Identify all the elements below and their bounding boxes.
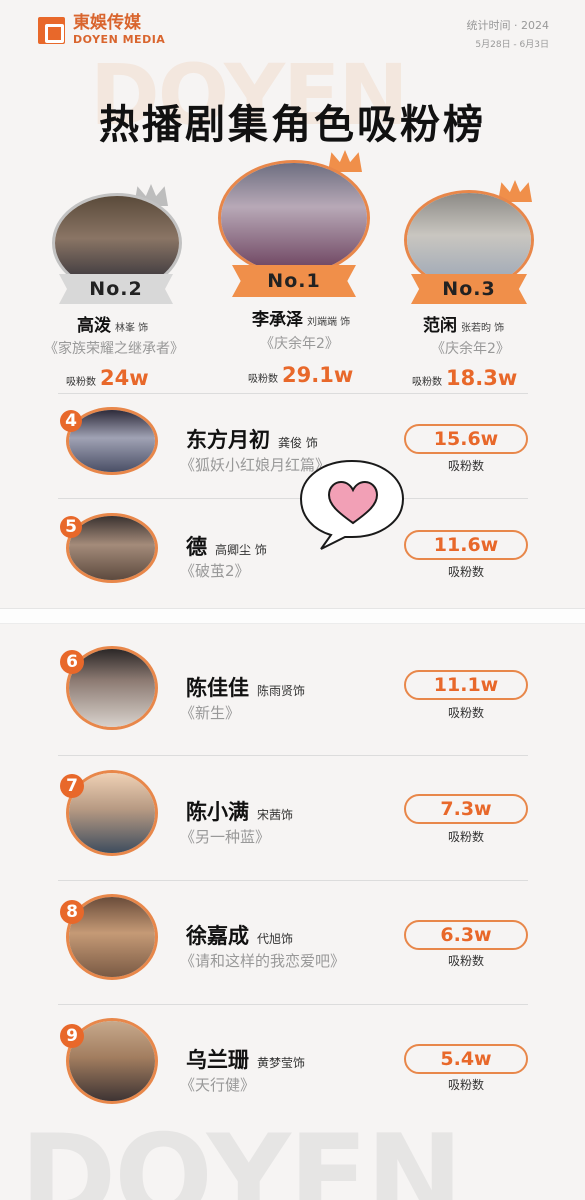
rank-badge: 4 — [60, 410, 82, 432]
watermark-bottom: DOYEN — [20, 1110, 463, 1200]
rank-ribbon: No.2 — [59, 274, 173, 304]
role-label: 东方月初 — [186, 428, 270, 452]
list-item[interactable]: 5 德高卿尘 饰 《破茧2》 11.6w 吸粉数 — [58, 508, 528, 598]
fans-label: 吸粉数 — [447, 706, 484, 720]
show-title: 《家族荣耀之继承者》 — [44, 341, 184, 357]
role-name: 陈佳佳 陈雨贤饰 — [186, 672, 305, 702]
fans-value: 11.6w — [404, 530, 528, 560]
divider — [58, 498, 528, 499]
actor-label: 刘端端 饰 — [307, 317, 351, 328]
role-label: 陈小满 — [186, 800, 249, 824]
role-label: 徐嘉成 — [186, 924, 249, 948]
fans-label: 吸粉数 — [447, 1078, 484, 1092]
fans-value: 6.3w — [404, 920, 528, 950]
show-title: 《天行健》 — [180, 1076, 256, 1094]
role-name: 德高卿尘 饰 — [186, 531, 267, 561]
fans-value: 18.3w — [446, 366, 518, 390]
rank-badge: 6 — [60, 650, 84, 674]
rank-badge: 5 — [60, 516, 82, 538]
fans-value: 7.3w — [404, 794, 528, 824]
actor-label: 林峯 饰 — [115, 323, 149, 334]
list-item[interactable]: 7 陈小满 宋茜饰 《另一种蓝》 7.3w 吸粉数 — [58, 764, 528, 874]
role-label: 李承泽 — [252, 310, 303, 330]
show-title: 《新生》 — [180, 704, 241, 722]
show-title: 《另一种蓝》 — [180, 828, 271, 846]
rank-badge: 8 — [60, 900, 84, 924]
role-name: 陈小满 宋茜饰 — [186, 796, 293, 826]
actor-label: 宋茜饰 — [257, 808, 294, 822]
list-item[interactable]: 9 乌兰珊 黄梦莹饰 《天行健》 5.4w 吸粉数 — [58, 1012, 528, 1122]
fans-value: 15.6w — [404, 424, 528, 454]
brand-name-en: DOYEN MEDIA — [73, 33, 166, 46]
role-label: 陈佳佳 — [186, 676, 249, 700]
fans-label: 吸粉数 — [447, 565, 484, 579]
actor-label: 陈雨贤饰 — [257, 684, 306, 698]
actor-label: 龚俊 饰 — [278, 436, 318, 450]
rank-ribbon: No.1 — [232, 265, 356, 297]
fans-label: 吸粉数 — [447, 830, 484, 844]
divider — [58, 393, 528, 394]
show-title: 《请和这样的我恋爱吧》 — [180, 952, 346, 970]
page-title: 热播剧集角色吸粉榜 — [99, 102, 486, 148]
rank-badge: 7 — [60, 774, 84, 798]
fans-label: 吸粉数 — [66, 377, 96, 388]
fans-label: 吸粉数 — [248, 374, 278, 385]
divider — [58, 880, 528, 881]
list-item[interactable]: 6 陈佳佳 陈雨贤饰 《新生》 11.1w 吸粉数 — [58, 640, 528, 750]
actor-label: 高卿尘 饰 — [215, 543, 267, 557]
actor-label: 黄梦莹饰 — [257, 1056, 306, 1070]
fans-value: 11.1w — [404, 670, 528, 700]
show-title: 《庆余年2》 — [260, 336, 339, 352]
show-title: 《破茧2》 — [180, 562, 250, 580]
role-label: 范闲 — [423, 316, 457, 336]
rank-badge: 9 — [60, 1024, 84, 1048]
role-name: 徐嘉成 代旭饰 — [186, 920, 293, 950]
fans-count: 吸粉数 24w — [66, 366, 149, 390]
role-name: 东方月初 龚俊 饰 — [186, 424, 318, 454]
fans-label: 吸粉数 — [447, 459, 484, 473]
brand-name-cn: 東娛传媒 — [73, 13, 141, 33]
stat-period: 统计时间 · 2024 5月28日 - 6月3日 — [467, 17, 549, 50]
heart-sticker — [297, 455, 407, 555]
fans-label: 吸粉数 — [412, 377, 442, 388]
fans-label: 吸粉数 — [447, 954, 484, 968]
role-label: 高泼 — [77, 316, 111, 336]
show-title: 《庆余年2》 — [431, 341, 510, 357]
fans-count: 吸粉数 18.3w — [412, 366, 517, 390]
role-label: 乌兰珊 — [186, 1048, 249, 1072]
avatar — [218, 160, 370, 276]
role-name: 李承泽 刘端端 饰 — [252, 305, 350, 330]
stat-label: 统计时间 · 2024 — [466, 19, 549, 32]
divider — [58, 1004, 528, 1005]
fans-count: 吸粉数 29.1w — [248, 363, 353, 387]
list-item[interactable]: 4 东方月初 龚俊 饰 《狐妖小红娘月红篇》 15.6w 吸粉数 — [58, 404, 528, 494]
actor-label: 代旭饰 — [257, 932, 294, 946]
actor-label: 张若昀 饰 — [461, 323, 505, 334]
fans-value: 24w — [100, 366, 149, 390]
logo-mark-icon — [38, 16, 65, 44]
role-name: 乌兰珊 黄梦莹饰 — [186, 1044, 305, 1074]
stat-range: 5月28日 - 6月3日 — [475, 40, 549, 50]
role-name: 高泼 林峯 饰 — [77, 311, 148, 336]
list-item[interactable]: 8 徐嘉成 代旭饰 《请和这样的我恋爱吧》 6.3w 吸粉数 — [58, 888, 528, 998]
fans-value: 5.4w — [404, 1044, 528, 1074]
fans-value: 29.1w — [282, 363, 354, 387]
role-label: 德 — [186, 535, 207, 559]
divider — [58, 755, 528, 756]
role-name: 范闲 张若昀 饰 — [423, 311, 504, 336]
section-gap — [0, 608, 585, 624]
rank-ribbon: No.3 — [411, 274, 527, 304]
brand-logo: 東娛传媒 DOYEN MEDIA — [38, 15, 165, 45]
